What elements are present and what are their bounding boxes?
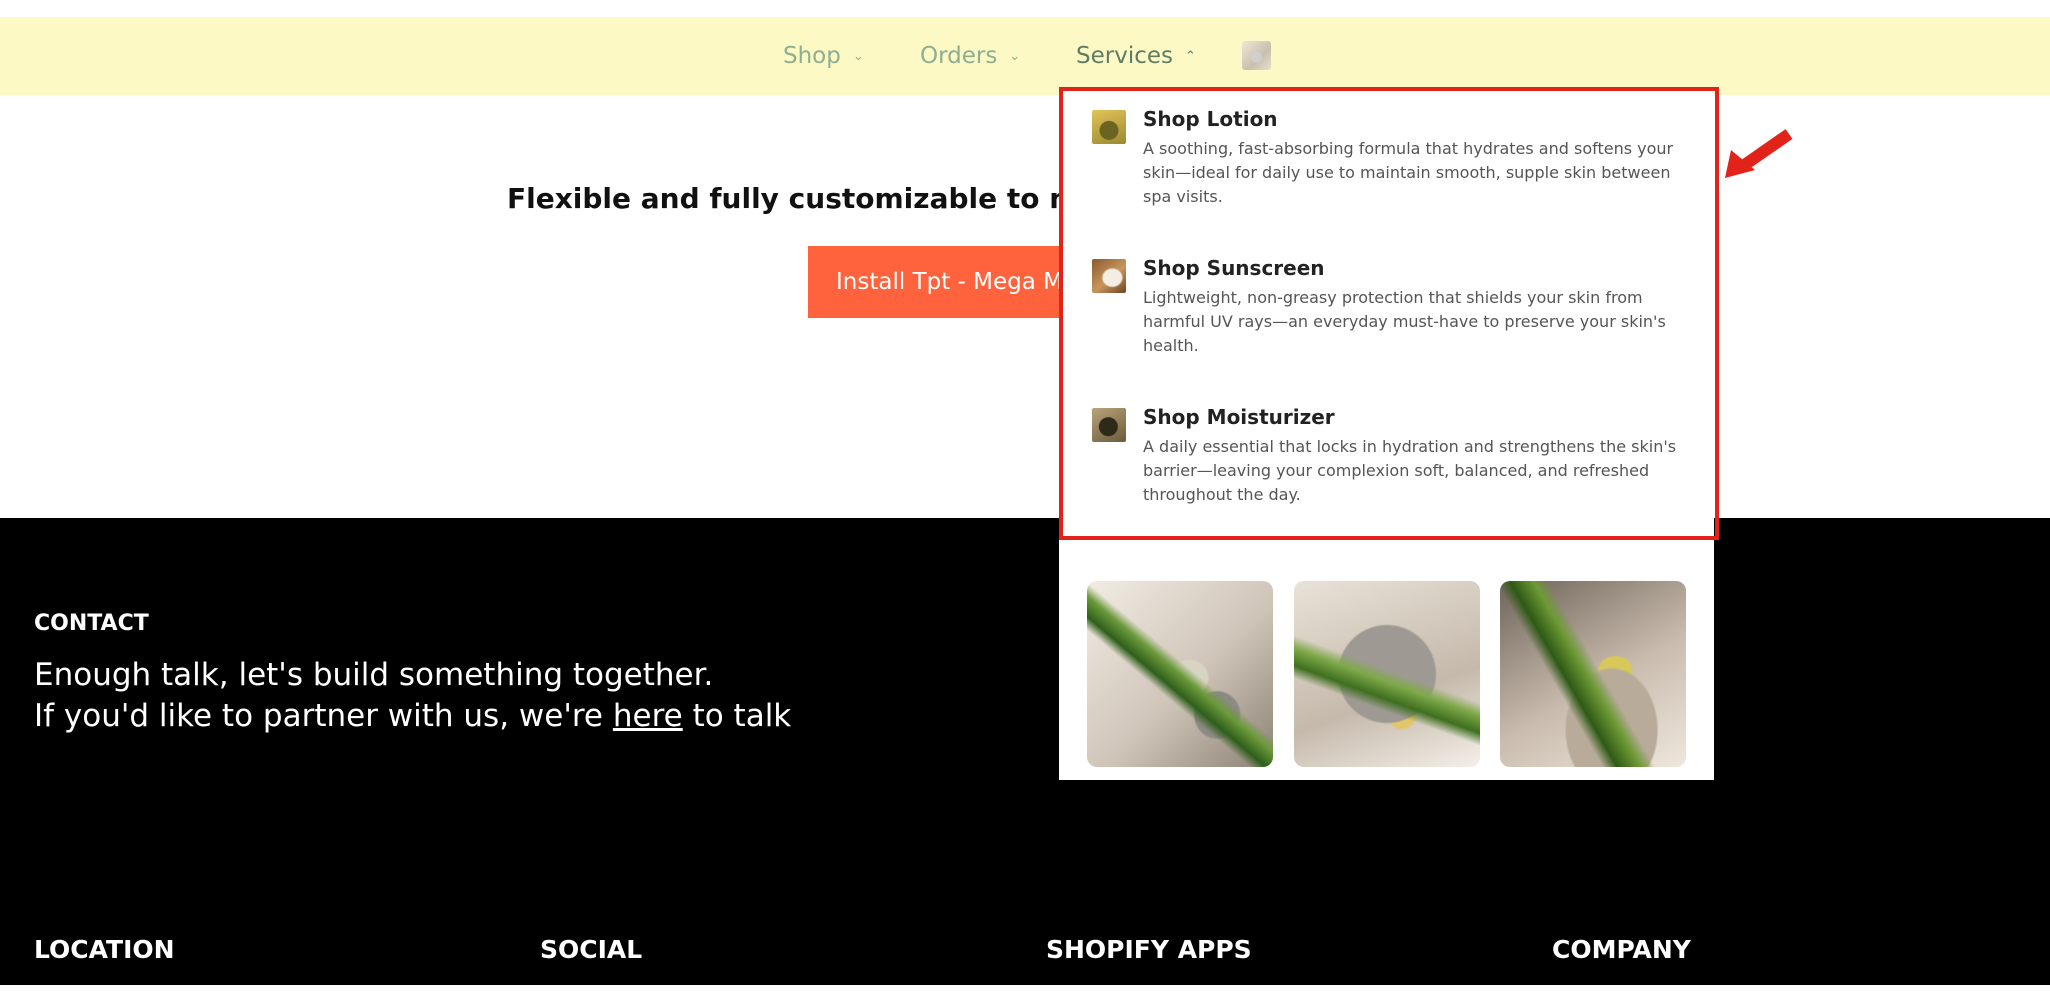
hero-heading: Flexible and fully customizable to match bbox=[507, 182, 1148, 215]
chevron-down-icon: ⌄ bbox=[852, 48, 864, 64]
nav-item-label: Orders bbox=[920, 43, 998, 69]
contact-text-after: to talk bbox=[682, 698, 792, 734]
chevron-down-icon: ⌄ bbox=[1009, 48, 1021, 64]
contact-text-before: If you'd like to partner with us, we're bbox=[34, 698, 613, 734]
serum-dropper-bottle-image[interactable] bbox=[1500, 581, 1686, 767]
menu-item-title: Shop Moisturizer bbox=[1143, 405, 1335, 429]
sunscreen-icon bbox=[1092, 259, 1126, 293]
contact-tagline: Enough talk, let's build something toget… bbox=[34, 657, 714, 693]
footer-column-location: LOCATION bbox=[34, 935, 175, 964]
footer: CONTACT Enough talk, let's build somethi… bbox=[0, 518, 2050, 985]
serum-bottle-leaf-image[interactable] bbox=[1087, 581, 1273, 767]
contact-invitation: If you'd like to partner with us, we're … bbox=[34, 698, 791, 734]
chevron-up-icon: ⌃ bbox=[1185, 48, 1196, 64]
footer-column-social: SOCIAL bbox=[540, 935, 643, 964]
top-navigation-bar bbox=[0, 17, 2050, 95]
nav-item-label: Shop bbox=[783, 43, 841, 69]
nav-item-shop[interactable]: Shop ⌄ bbox=[783, 38, 864, 74]
footer-column-company: COMPANY bbox=[1552, 935, 1691, 964]
contact-here-link[interactable]: here bbox=[613, 698, 683, 734]
footer-column-shopify-apps: SHOPIFY APPS bbox=[1046, 935, 1252, 964]
moisturizer-icon bbox=[1092, 408, 1126, 442]
spa-product-thumbnail-icon[interactable] bbox=[1242, 41, 1271, 70]
nav-item-services[interactable]: Services ⌃ bbox=[1076, 38, 1196, 74]
menu-item-description: A soothing, fast-absorbing formula that … bbox=[1143, 139, 1674, 206]
menu-item-description: Lightweight, non-greasy protection that … bbox=[1143, 288, 1666, 355]
menu-item-description: A daily essential that locks in hydratio… bbox=[1143, 437, 1677, 504]
red-arrow-icon bbox=[1725, 129, 1793, 178]
menu-item-title: Shop Sunscreen bbox=[1143, 256, 1325, 280]
menu-item-title: Shop Lotion bbox=[1143, 107, 1278, 131]
contact-heading: CONTACT bbox=[34, 611, 149, 636]
nav-item-orders[interactable]: Orders ⌄ bbox=[920, 38, 1020, 74]
lotion-icon bbox=[1092, 110, 1126, 144]
nav-item-label: Services bbox=[1076, 43, 1173, 69]
serum-bottle-mirror-image[interactable] bbox=[1294, 581, 1480, 767]
